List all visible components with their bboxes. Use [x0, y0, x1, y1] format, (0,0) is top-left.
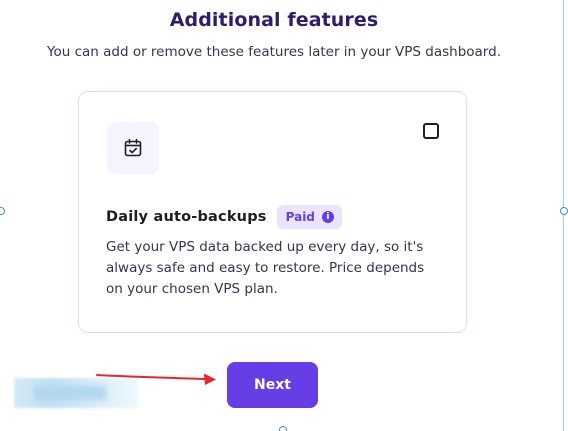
feature-icon-container [107, 122, 159, 174]
feature-description: Get your VPS data backed up every day, s… [106, 239, 425, 297]
resize-handle-left[interactable] [0, 207, 5, 215]
resize-handle-right[interactable] [560, 207, 568, 215]
calendar-check-icon [124, 138, 142, 157]
paid-badge-label: Paid [285, 210, 315, 224]
info-icon[interactable]: i [321, 211, 334, 223]
paid-badge[interactable]: Paid i [276, 205, 342, 229]
feature-checkbox[interactable] [423, 123, 439, 139]
page-subtitle: You can add or remove these features lat… [47, 44, 501, 60]
page: Additional features You can add or remov… [0, 0, 568, 431]
feature-header: Daily auto-backups Paid i [106, 205, 342, 229]
page-title: Additional features [169, 9, 379, 31]
feature-card-daily-backups[interactable]: Daily auto-backups Paid i Get your VPS d… [78, 91, 467, 333]
feature-title: Daily auto-backups [106, 209, 267, 225]
annotation-arrow-icon [96, 373, 216, 385]
next-button[interactable]: Next [227, 362, 318, 408]
selection-edge [563, 0, 564, 431]
resize-handle-bottom[interactable] [279, 426, 287, 431]
